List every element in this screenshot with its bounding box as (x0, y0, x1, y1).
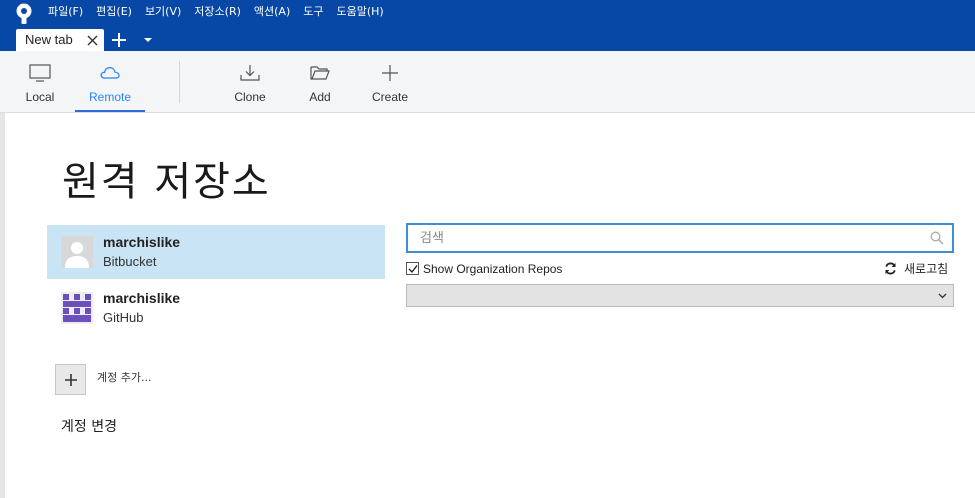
menu-edit[interactable]: 편집(E) (96, 4, 132, 20)
refresh-button[interactable]: 새로고침 (884, 261, 959, 277)
add-account-button[interactable] (55, 364, 86, 395)
sourcetree-logo-icon (16, 3, 32, 24)
folder-open-icon (310, 66, 330, 80)
add-label: Add (309, 90, 331, 104)
menu-view[interactable]: 보기(V) (145, 4, 181, 20)
account-item-bitbucket[interactable]: marchislike Bitbucket (47, 225, 385, 279)
plus-icon (382, 65, 398, 81)
monitor-icon (29, 64, 51, 82)
cloud-icon (100, 67, 120, 79)
add-account-label[interactable]: 계정 추가... (97, 371, 151, 385)
refresh-label: 새로고침 (904, 262, 949, 276)
chevron-down-icon[interactable] (143, 37, 153, 43)
add-button[interactable]: Add (300, 51, 340, 112)
toolbar-separator (179, 61, 180, 103)
remote-label: Remote (88, 90, 132, 104)
refresh-icon (885, 262, 896, 275)
clone-label: Clone (234, 90, 266, 104)
account-host: GitHub (103, 310, 144, 325)
menu-repository[interactable]: 저장소(R) (194, 4, 241, 20)
close-icon[interactable] (87, 35, 98, 46)
identicon-avatar-icon (61, 292, 93, 324)
repository-dropdown[interactable] (406, 284, 954, 307)
remote-button[interactable]: Remote (75, 51, 145, 112)
search-input[interactable] (408, 225, 930, 251)
switch-account-link[interactable]: 계정 변경 (61, 418, 117, 436)
create-button[interactable]: Create (368, 51, 412, 112)
search-box (406, 223, 954, 253)
org-repos-checkbox[interactable] (406, 262, 419, 275)
search-icon (930, 231, 944, 245)
create-label: Create (371, 90, 409, 104)
default-avatar-icon (61, 236, 93, 268)
account-item-github[interactable]: marchislike GitHub (47, 281, 385, 335)
checkmark-icon (408, 265, 418, 274)
download-icon (240, 65, 260, 81)
tab-new-tab[interactable]: New tab (16, 29, 104, 51)
menu-tools[interactable]: 도구 (303, 4, 323, 20)
chevron-down-icon (938, 293, 947, 299)
clone-button[interactable]: Clone (229, 51, 271, 112)
account-name: marchislike (103, 290, 181, 306)
local-button[interactable]: Local (20, 51, 60, 112)
plus-icon (65, 374, 77, 386)
menu-actions[interactable]: 액션(A) (254, 4, 290, 20)
menu-help[interactable]: 도움말(H) (337, 4, 384, 20)
plus-icon[interactable] (111, 32, 127, 48)
menu-bar: 파일(F) 편집(E) 보기(V) 저장소(R) 액션(A) 도구 도움말(H) (48, 4, 397, 20)
toolbar: Local Remote Clone Add Create (0, 51, 975, 113)
org-repos-label[interactable]: Show Organization Repos (423, 261, 562, 277)
title-bar: 파일(F) 편집(E) 보기(V) 저장소(R) 액션(A) 도구 도움말(H)… (0, 0, 975, 51)
account-name: marchislike (103, 234, 181, 250)
local-label: Local (25, 90, 55, 104)
tab-label: New tab (25, 32, 73, 47)
page-title: 원격 저장소 (62, 159, 271, 205)
account-host: Bitbucket (103, 254, 157, 269)
menu-file[interactable]: 파일(F) (48, 4, 83, 20)
